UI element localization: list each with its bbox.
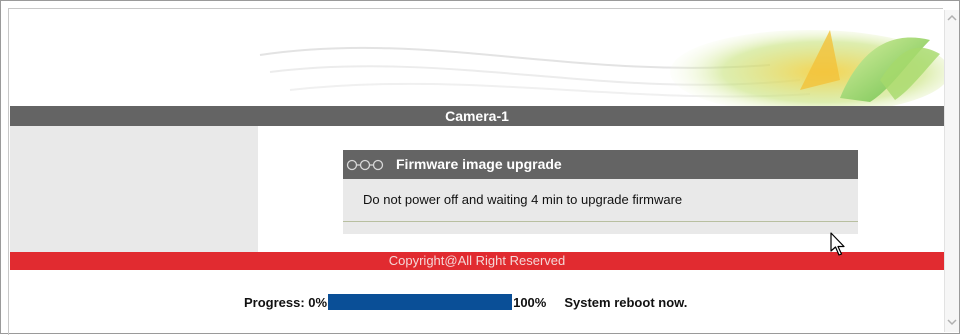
progress-bar-fill [328,294,513,310]
progress-end-label: 100% [513,294,547,310]
progress-bar [328,294,513,310]
copyright-footer: Copyright@All Right Reserved [10,252,944,270]
progress-label: Progress: 0% [244,294,328,310]
header-banner [10,10,944,106]
reboot-status: System reboot now. [564,294,688,310]
firmware-upgrade-panel: Firmware image upgrade Do not power off … [343,150,858,234]
chain-links-icon [346,159,384,170]
scroll-up-icon[interactable] [947,13,957,23]
left-sidebar [10,126,258,252]
scroll-down-icon[interactable] [947,317,957,327]
panel-header: Firmware image upgrade [343,150,858,179]
vertical-scrollbar[interactable] [944,10,959,332]
upgrade-message: Do not power off and waiting 4 min to up… [343,179,858,222]
mouse-cursor-icon [830,232,845,256]
panel-title: Firmware image upgrade [396,156,562,172]
page-title: Camera-1 [10,106,944,126]
banner-artwork [259,30,944,106]
progress-row: Progress: 0% 100% System reboot now. [244,293,687,311]
